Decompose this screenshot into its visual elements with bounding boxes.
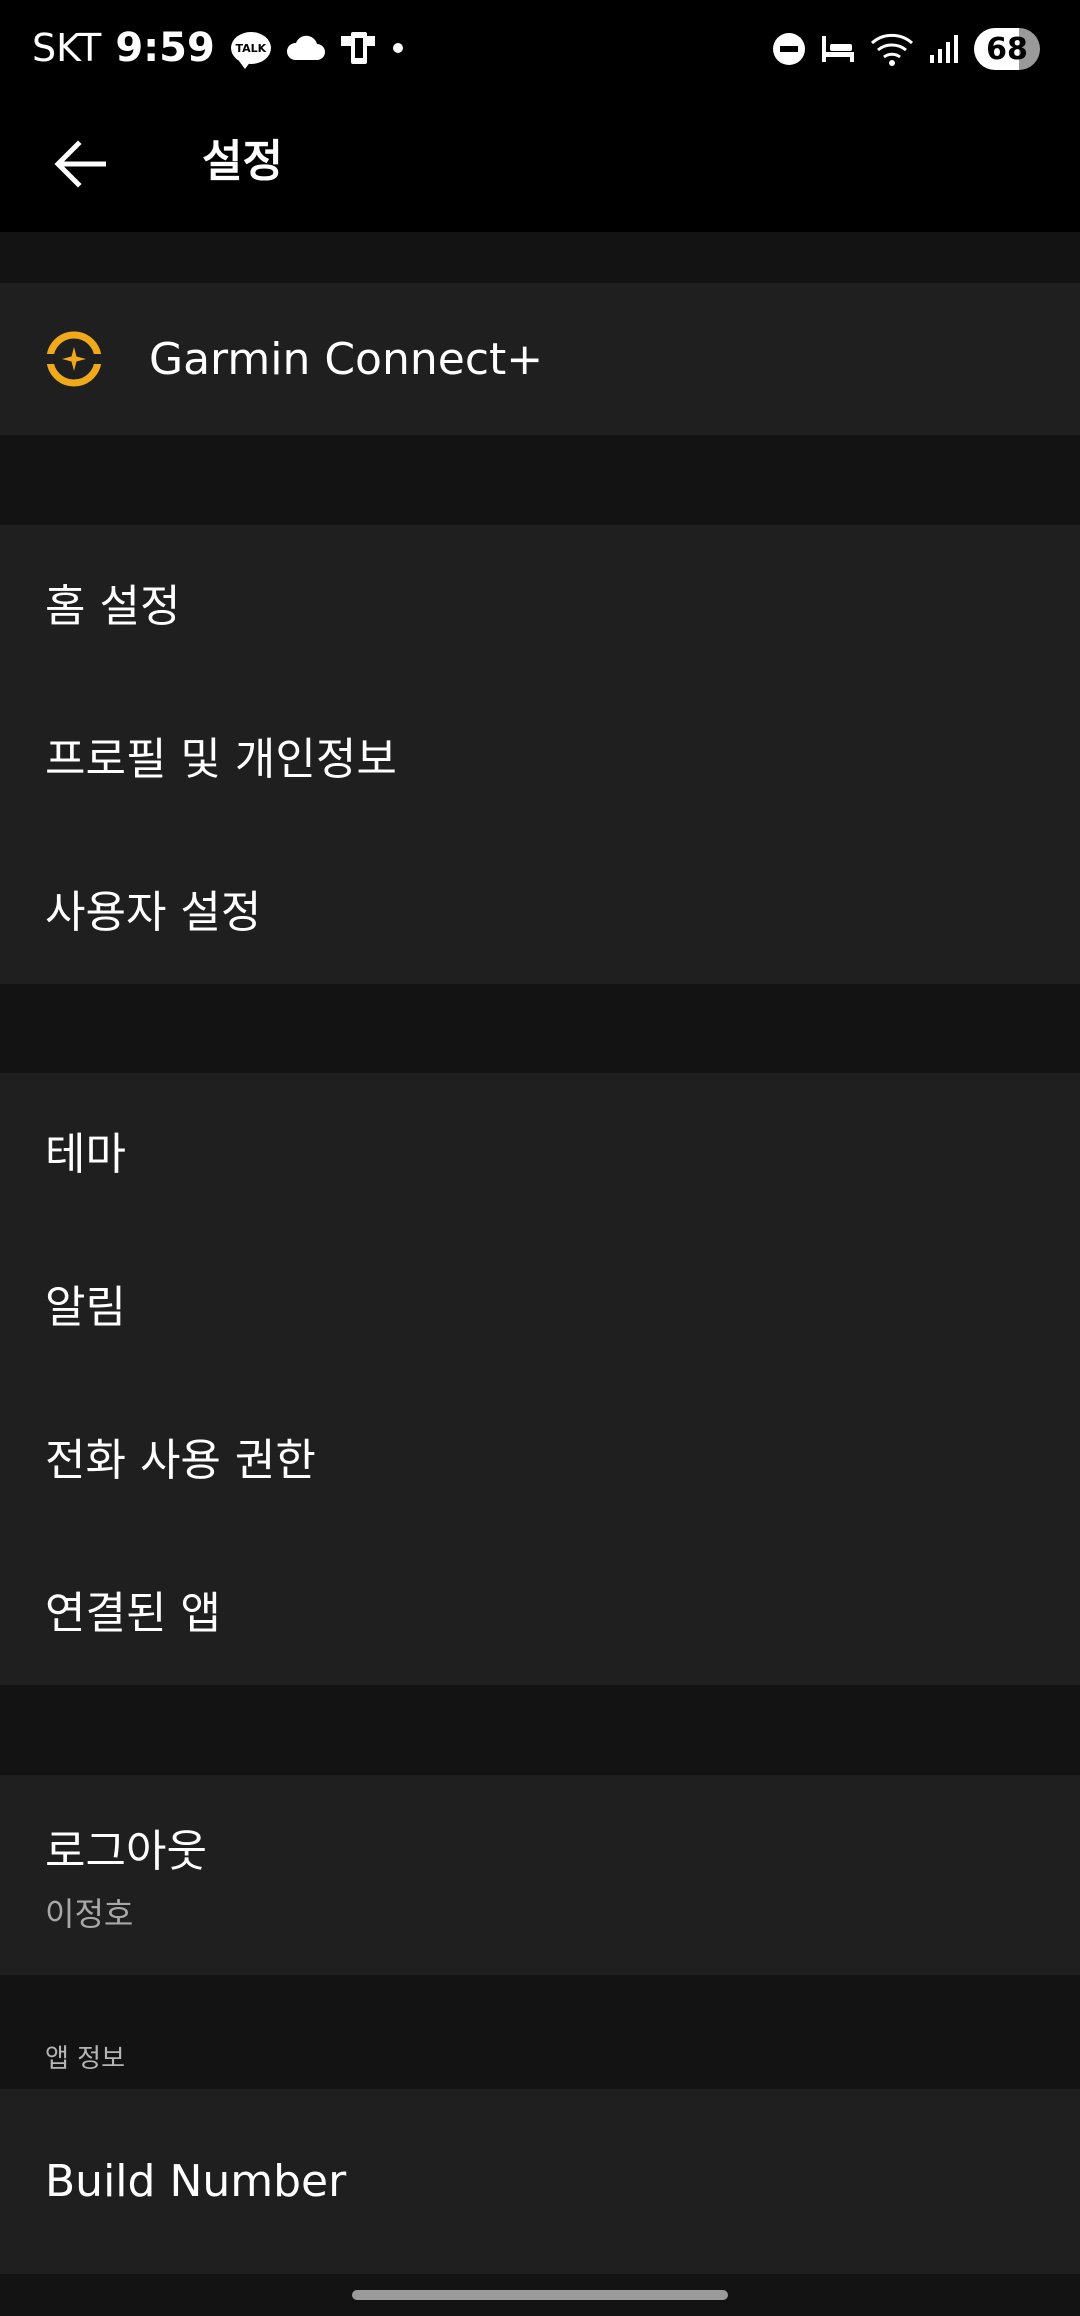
app-settings-section: 테마 알림 전화 사용 권한 연결된 앱 (0, 1073, 1080, 1685)
carrier-label: SKT (32, 26, 102, 70)
settings-item-profile-privacy[interactable]: 프로필 및 개인정보 (0, 678, 1080, 831)
cloud-icon (285, 34, 325, 62)
logged-in-username: 이정호 (45, 1895, 134, 1933)
sleep-mode-icon (820, 34, 856, 64)
garmin-connect-plus-icon (45, 331, 103, 387)
settings-item-label: 프로필 및 개인정보 (45, 733, 397, 785)
logout-label: 로그아웃 (45, 1826, 207, 1877)
settings-item-home[interactable]: 홈 설정 (0, 525, 1080, 678)
build-number-item[interactable]: Build Number (0, 2089, 1080, 2274)
settings-item-label: 테마 (45, 1128, 126, 1180)
settings-item-label: 홈 설정 (45, 580, 181, 632)
kakaotalk-icon: TALK (230, 32, 271, 69)
app-info-header: 앱 정보 (45, 2044, 126, 2074)
notification-dot-icon (392, 43, 403, 53)
clock: 9:59 (115, 25, 215, 71)
status-bar-left: SKT 9:59 TALK (32, 22, 417, 74)
back-button[interactable] (44, 128, 116, 200)
garmin-connect-section: Garmin Connect+ (0, 283, 1080, 435)
page-title: 설정 (202, 136, 283, 187)
build-number-label: Build Number (45, 2156, 347, 2207)
gesture-home-indicator[interactable] (352, 2290, 728, 2300)
phone-sync-icon (339, 30, 379, 66)
wifi-icon (870, 31, 914, 67)
settings-item-phone-permissions[interactable]: 전화 사용 권한 (0, 1379, 1080, 1532)
settings-item-notifications[interactable]: 알림 (0, 1226, 1080, 1379)
cellular-signal-icon (928, 33, 960, 65)
settings-item-theme[interactable]: 테마 (0, 1073, 1080, 1226)
status-bar-right: 68 (772, 24, 1040, 74)
settings-screen: SKT 9:59 TALK 68 설정 Garmin Connect+ 홈 설정… (0, 0, 1080, 2316)
garmin-connect-plus-item[interactable]: Garmin Connect+ (0, 283, 1080, 435)
settings-item-user-settings[interactable]: 사용자 설정 (0, 831, 1080, 984)
general-settings-section: 홈 설정 프로필 및 개인정보 사용자 설정 (0, 525, 1080, 984)
settings-item-label: 알림 (45, 1281, 126, 1333)
logout-button[interactable]: 로그아웃 이정호 (0, 1775, 1080, 1975)
app-toolbar: 설정 (0, 96, 1080, 232)
garmin-connect-plus-label: Garmin Connect+ (149, 333, 544, 385)
kakaotalk-bubble: TALK (230, 32, 271, 69)
settings-item-connected-apps[interactable]: 연결된 앱 (0, 1532, 1080, 1685)
logout-section: 로그아웃 이정호 (0, 1775, 1080, 1975)
settings-item-label: 사용자 설정 (45, 886, 262, 938)
app-info-section: Build Number (0, 2089, 1080, 2274)
status-bar: SKT 9:59 TALK 68 (0, 0, 1080, 96)
back-arrow-icon (54, 140, 106, 188)
battery-indicator: 68 (974, 28, 1040, 70)
settings-item-label: 연결된 앱 (45, 1587, 221, 1639)
do-not-disturb-icon (772, 32, 806, 66)
settings-item-label: 전화 사용 권한 (45, 1434, 316, 1486)
